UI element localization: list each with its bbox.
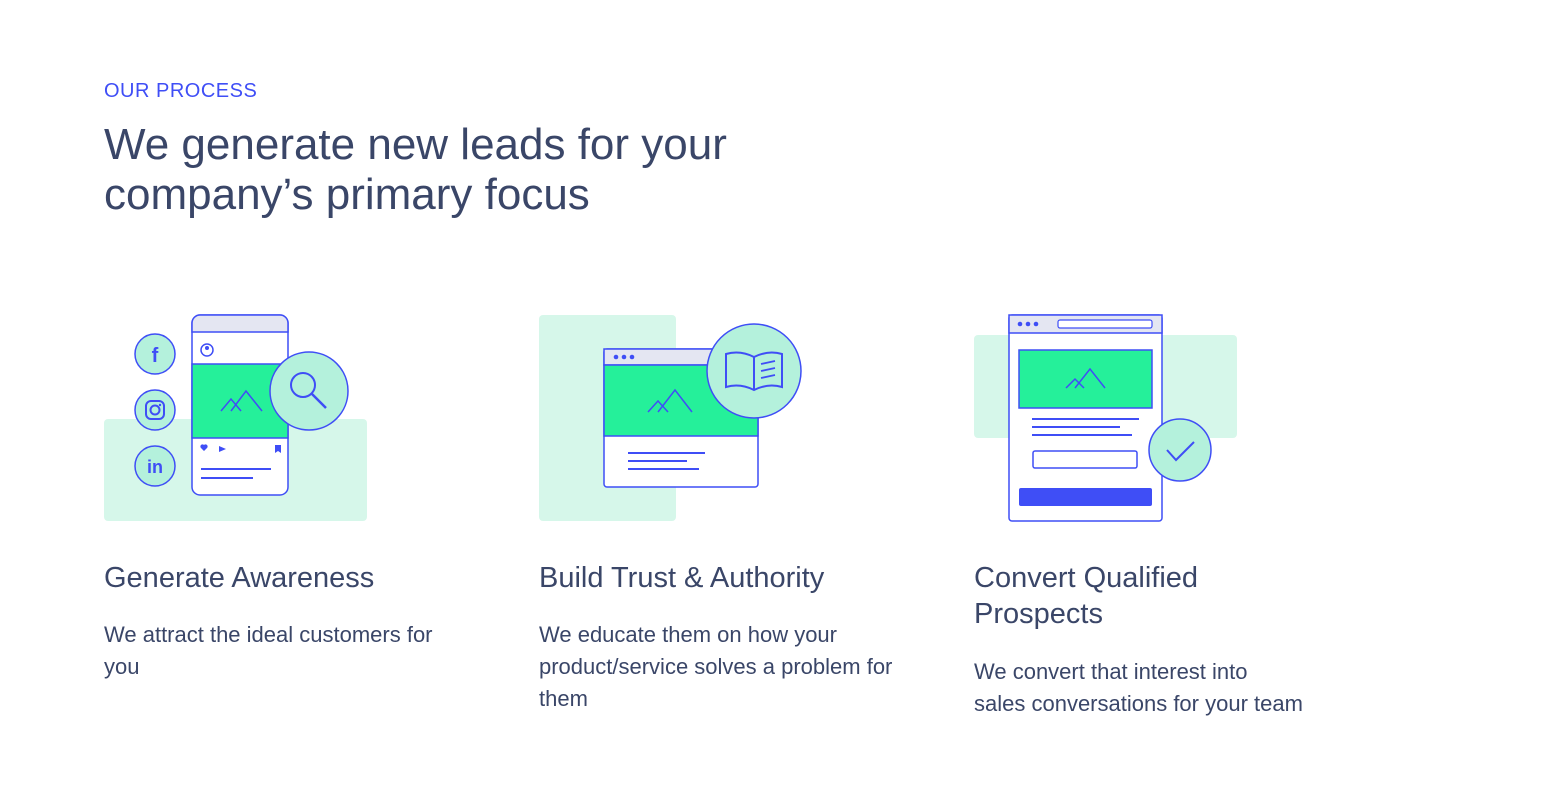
process-card-generate-awareness: f in Generate Awareness We attract the i… (104, 312, 464, 772)
section-eyebrow: OUR PROCESS (104, 80, 258, 102)
card-description: We attract the ideal customers for you (104, 622, 433, 679)
instagram-icon (134, 389, 176, 431)
card-title: Build Trust & Authority (539, 562, 825, 594)
build-trust-illustration (539, 315, 802, 521)
checkmark-icon (1148, 418, 1212, 482)
process-card-convert-prospects: Convert Qualified Prospects We convert t… (974, 312, 1334, 772)
svg-text:f: f (152, 345, 159, 367)
linkedin-icon: in (134, 445, 176, 487)
card-title: Convert Qualified Prospects (974, 562, 1199, 630)
card-title: Generate Awareness (104, 562, 375, 594)
magnifier-icon (269, 351, 349, 431)
open-book-icon (706, 323, 802, 419)
generate-awareness-illustration: f in (104, 314, 367, 521)
landing-page-icon (1008, 314, 1163, 522)
card-description: We convert that interest into sales conv… (974, 659, 1303, 716)
process-card-build-trust: Build Trust & Authority We educate them … (539, 312, 899, 772)
facebook-icon: f (134, 333, 176, 375)
svg-text:in: in (147, 457, 163, 477)
section-headline: We generate new leads for your company’s… (104, 120, 727, 219)
convert-prospects-illustration (974, 314, 1237, 522)
card-description: We educate them on how your product/serv… (539, 622, 893, 711)
